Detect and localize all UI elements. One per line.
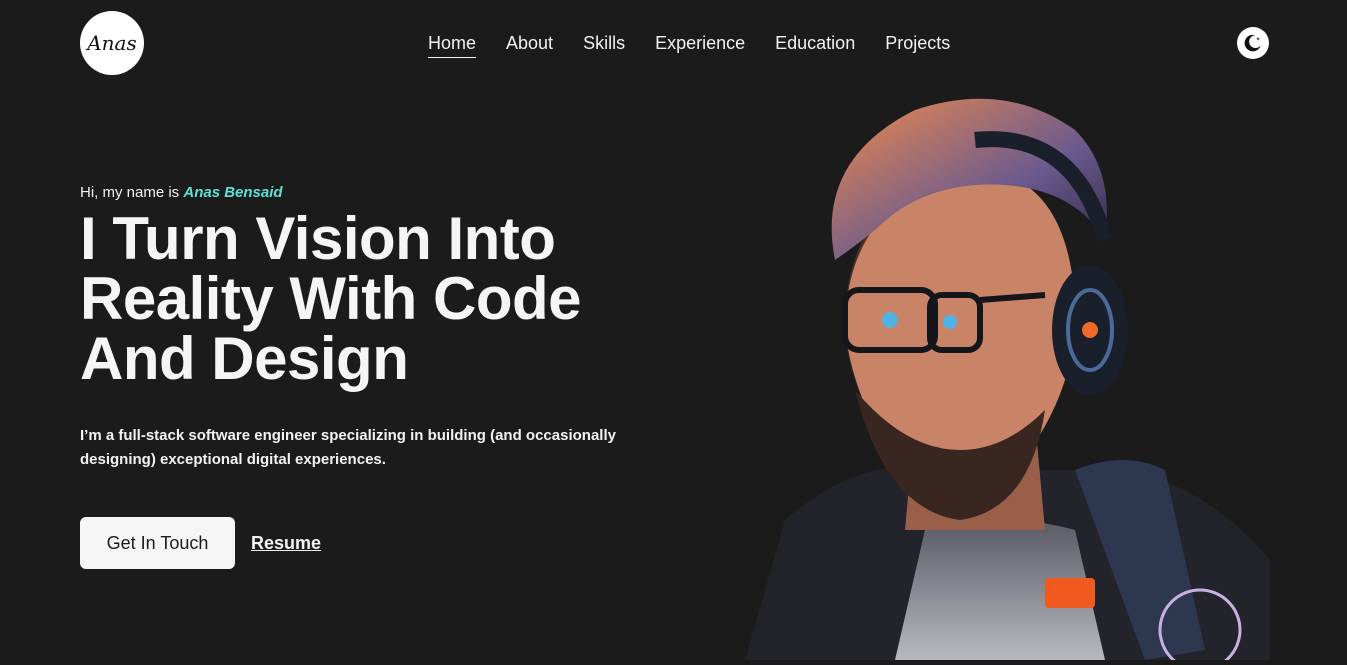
nav-item-education[interactable]: Education [775,33,855,58]
nav-item-about[interactable]: About [506,33,553,58]
hero-section: Hi, my name is Anas Bensaid I Turn Visio… [80,184,700,569]
nav-item-home[interactable]: Home [428,33,477,58]
author-name: Anas Bensaid [183,184,283,201]
hero-actions: Get In Touch Resume [80,517,700,569]
greeting: Hi, my name is Anas Bensaid [80,184,700,201]
main-nav: Home About Skills Experience Education P… [428,33,950,58]
get-in-touch-button[interactable]: Get In Touch [80,517,235,569]
avatar [745,98,1270,665]
theme-toggle-button[interactable] [1237,27,1269,59]
greeting-prefix: Hi, my name is [80,184,180,201]
logo[interactable]: Anas [80,11,144,75]
hero-headline: I Turn Vision Into Reality With Code And… [80,205,582,392]
hero-bio: I’m a full-stack software engineer speci… [80,427,616,468]
nav-item-skills[interactable]: Skills [583,33,625,58]
hero-portrait-image [745,90,1270,665]
resume-link[interactable]: Resume [251,533,321,554]
moon-icon [1244,34,1261,52]
nav-item-experience[interactable]: Experience [655,33,745,58]
nav-item-projects[interactable]: Projects [885,33,950,58]
